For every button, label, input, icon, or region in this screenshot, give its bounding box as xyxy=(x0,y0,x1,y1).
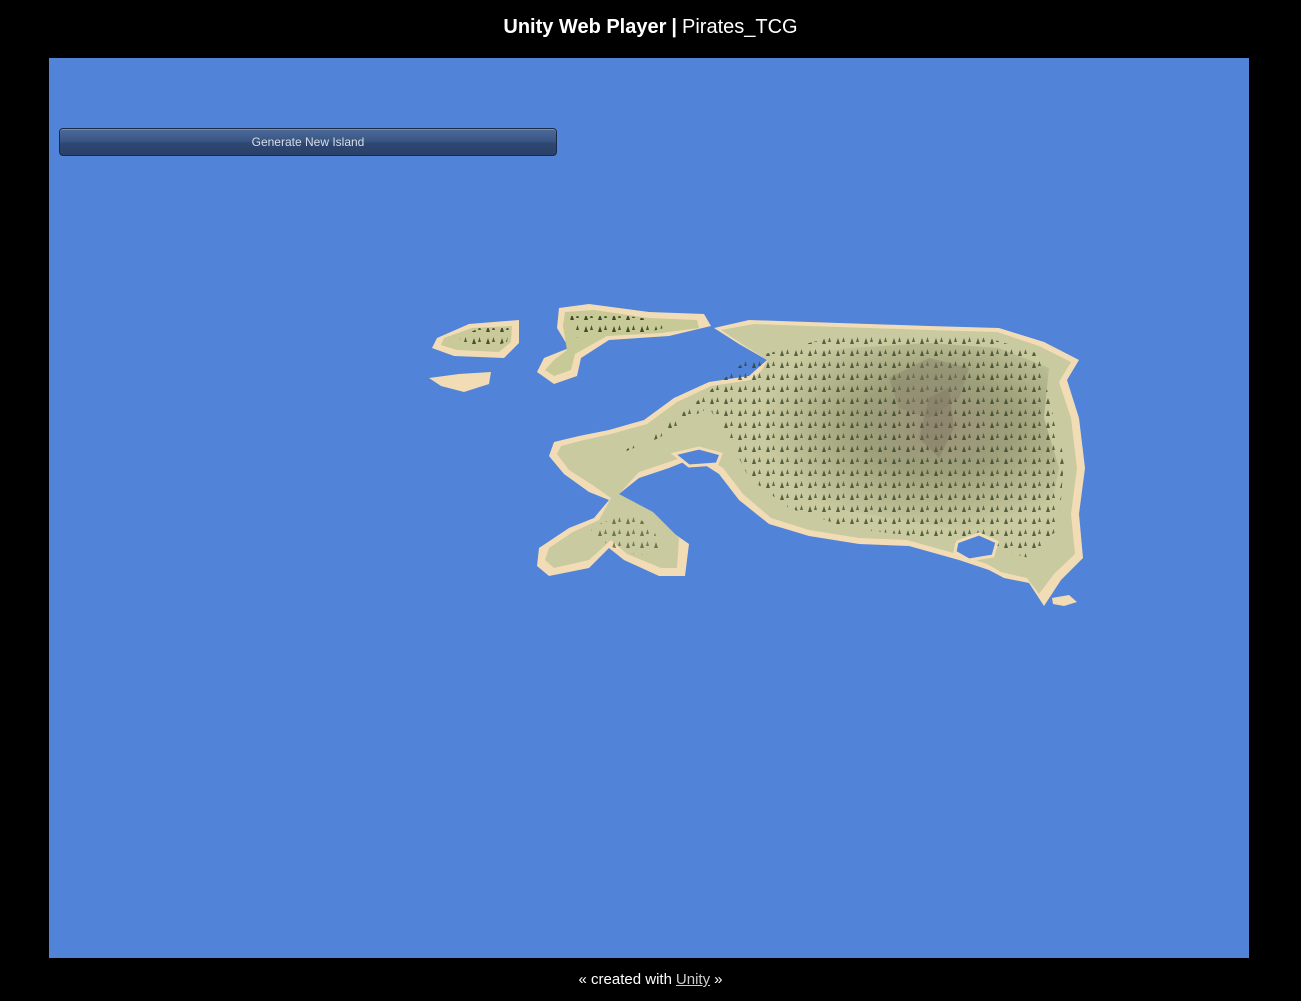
footer-suffix: » xyxy=(714,971,723,988)
page-header: Unity Web Player | Pirates_TCG xyxy=(0,0,1301,58)
island-scene xyxy=(429,304,1085,606)
header-game-title: Pirates_TCG xyxy=(682,15,798,38)
page-footer: « created with Unity » xyxy=(0,958,1301,1001)
unity-link[interactable]: Unity xyxy=(676,971,710,988)
main-island xyxy=(537,320,1085,606)
sandbar-west xyxy=(429,372,491,392)
header-separator: | xyxy=(671,15,678,38)
generate-new-island-button[interactable]: Generate New Island xyxy=(59,128,557,156)
islet-west xyxy=(432,320,519,358)
unity-player-canvas[interactable]: Generate New Island xyxy=(49,58,1249,958)
footer-prefix: « created with xyxy=(578,971,672,988)
sandbar-southeast xyxy=(1052,595,1077,606)
islet-north xyxy=(537,304,711,384)
header-app-name: Unity Web Player xyxy=(503,15,667,38)
